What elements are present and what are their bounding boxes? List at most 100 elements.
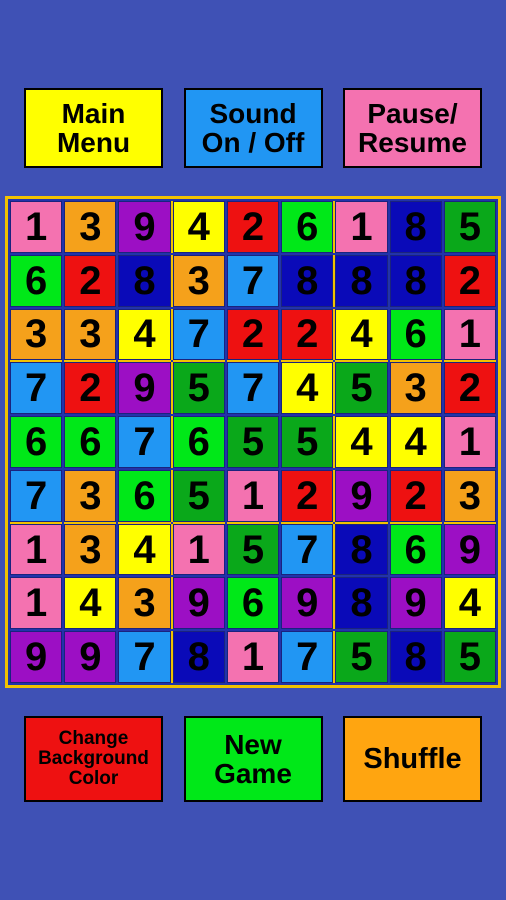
grid-cell-r5-c5[interactable]: 5 [226,416,280,468]
grid-cell-r4-c8[interactable]: 3 [389,362,442,415]
change-background-color-button[interactable]: Change Background Color [24,716,163,802]
pause-resume-button-line-2: Resume [358,127,467,158]
grid-cell-r8-c6[interactable]: 9 [281,577,334,630]
grid-cell-r4-c6[interactable]: 4 [281,362,334,415]
grid-cell-r6-c7[interactable]: 9 [335,469,388,522]
change-background-color-button-line-3: Color [68,767,119,789]
grid-cell-r7-c5[interactable]: 5 [226,523,280,576]
grid-cell-r2-c3[interactable]: 8 [118,254,171,307]
grid-cell-r1-c5[interactable]: 2 [226,201,280,253]
grid-cell-r2-c8[interactable]: 8 [389,254,442,307]
main-menu-button-line-2: Menu [56,127,131,158]
grid-cell-r2-c7[interactable]: 8 [335,254,388,307]
grid-cell-r6-c4[interactable]: 5 [172,469,225,522]
grid-cell-r3-c7[interactable]: 4 [335,308,388,361]
grid-cell-r8-c4[interactable]: 9 [172,577,225,630]
bottom-button-bar: Change Background Color New Game Shuffle [0,716,506,804]
grid-cell-r2-c5[interactable]: 7 [226,254,280,307]
grid-cell-r3-c8[interactable]: 6 [389,308,442,361]
grid-cell-r8-c7[interactable]: 8 [335,577,388,630]
grid-cell-r7-c7[interactable]: 8 [335,523,388,576]
number-grid-container: 1394261856283788823347224617295745326676… [5,196,501,688]
grid-cell-r5-c3[interactable]: 7 [118,416,171,468]
grid-cell-r7-c3[interactable]: 4 [118,523,171,576]
grid-cell-r7-c9[interactable]: 9 [443,523,496,576]
main-menu-button-line-1: Main [61,97,126,129]
grid-cell-r7-c1[interactable]: 1 [10,523,63,576]
grid-cell-r7-c4[interactable]: 1 [172,523,225,576]
grid-cell-r9-c8[interactable]: 8 [389,631,442,683]
grid-cell-r9-c6[interactable]: 7 [281,631,334,683]
shuffle-button[interactable]: Shuffle [343,716,482,802]
grid-cell-r5-c1[interactable]: 6 [10,416,63,468]
grid-cell-r4-c9[interactable]: 2 [443,362,496,415]
sound-toggle-button-line-2: On / Off [201,127,305,158]
sound-toggle-button[interactable]: Sound On / Off [183,88,323,168]
grid-cell-r6-c2[interactable]: 3 [64,469,117,522]
grid-cell-r3-c2[interactable]: 3 [64,308,117,361]
grid-cell-r7-c8[interactable]: 6 [389,523,442,576]
grid-cell-r7-c2[interactable]: 3 [64,523,117,576]
grid-cell-r7-c6[interactable]: 7 [281,523,334,576]
sound-toggle-button-line-1: Sound [209,97,297,129]
grid-cell-r3-c4[interactable]: 7 [172,308,225,361]
grid-cell-r1-c8[interactable]: 8 [389,201,442,253]
new-game-button-line-1: New [224,728,282,760]
grid-cell-r5-c7[interactable]: 4 [335,416,388,468]
grid-cell-r2-c1[interactable]: 6 [10,254,63,307]
grid-cell-r6-c9[interactable]: 3 [443,469,496,522]
grid-cell-r9-c3[interactable]: 7 [118,631,171,683]
grid-cell-r1-c3[interactable]: 9 [118,201,171,253]
grid-cell-r6-c5[interactable]: 1 [226,469,280,522]
pause-resume-button[interactable]: Pause/ Resume [343,88,482,168]
grid-cell-r3-c9[interactable]: 1 [443,308,496,361]
grid-cell-r1-c4[interactable]: 4 [172,201,225,253]
grid-cell-r2-c4[interactable]: 3 [172,254,225,307]
grid-cell-r6-c1[interactable]: 7 [10,469,63,522]
grid-cell-r8-c2[interactable]: 4 [64,577,117,630]
grid-cell-r3-c6[interactable]: 2 [281,308,334,361]
change-background-color-button-line-2: Background [38,748,149,770]
top-button-bar: Main Menu Sound On / Off Pause/ Resume [0,88,506,170]
grid-cell-r4-c7[interactable]: 5 [335,362,388,415]
grid-cell-r9-c9[interactable]: 5 [443,631,496,683]
grid-cell-r9-c2[interactable]: 9 [64,631,117,683]
grid-cell-r3-c5[interactable]: 2 [226,308,280,361]
grid-cell-r9-c5[interactable]: 1 [226,631,280,683]
grid-cell-r1-c2[interactable]: 3 [64,201,117,253]
grid-cell-r4-c4[interactable]: 5 [172,362,225,415]
grid-cell-r1-c1[interactable]: 1 [10,201,63,253]
grid-cell-r8-c5[interactable]: 6 [226,577,280,630]
grid-cell-r6-c3[interactable]: 6 [118,469,171,522]
grid-cell-r8-c9[interactable]: 4 [443,577,496,630]
grid-cell-r4-c1[interactable]: 7 [10,362,63,415]
grid-cell-r1-c7[interactable]: 1 [335,201,388,253]
grid-cell-r3-c1[interactable]: 3 [10,308,63,361]
grid-cell-r8-c8[interactable]: 9 [389,577,442,630]
grid-cell-r5-c9[interactable]: 1 [443,416,496,468]
new-game-button-line-2: Game [214,758,292,789]
grid-cell-r2-c2[interactable]: 2 [64,254,117,307]
grid-cell-r9-c7[interactable]: 5 [335,631,388,683]
grid-cell-r6-c8[interactable]: 2 [389,469,442,522]
grid-cell-r9-c1[interactable]: 9 [10,631,63,683]
grid-cell-r4-c2[interactable]: 2 [64,362,117,415]
grid-cell-r9-c4[interactable]: 8 [172,631,225,683]
grid-cell-r2-c9[interactable]: 2 [443,254,496,307]
grid-cell-r2-c6[interactable]: 8 [281,254,334,307]
change-background-color-button-line-1: Change [58,728,129,750]
main-menu-button[interactable]: Main Menu [24,88,163,168]
grid-cell-r5-c8[interactable]: 4 [389,416,442,468]
grid-cell-r5-c2[interactable]: 6 [64,416,117,468]
new-game-button[interactable]: New Game [183,716,323,802]
grid-cell-r4-c5[interactable]: 7 [226,362,280,415]
grid-cell-r1-c6[interactable]: 6 [281,201,334,253]
grid-cell-r5-c6[interactable]: 5 [281,416,334,468]
grid-cell-r8-c3[interactable]: 3 [118,577,171,630]
grid-cell-r6-c6[interactable]: 2 [281,469,334,522]
grid-cell-r5-c4[interactable]: 6 [172,416,225,468]
grid-cell-r1-c9[interactable]: 5 [443,201,496,253]
grid-cell-r3-c3[interactable]: 4 [118,308,171,361]
grid-cell-r8-c1[interactable]: 1 [10,577,63,630]
grid-cell-r4-c3[interactable]: 9 [118,362,171,415]
